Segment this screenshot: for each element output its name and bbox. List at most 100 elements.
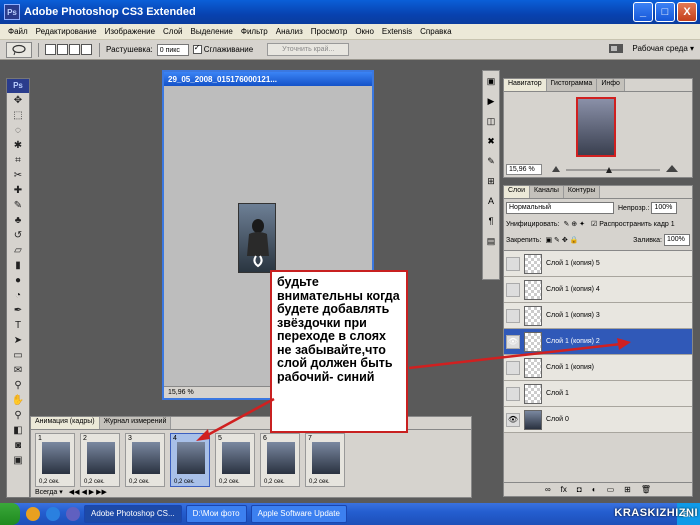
menu-layer[interactable]: Слой	[163, 27, 182, 36]
eyedropper-tool-icon[interactable]: ⚲	[7, 378, 29, 393]
maximize-button[interactable]: □	[655, 2, 675, 22]
magic-wand-tool-icon[interactable]: ✱	[7, 138, 29, 153]
tab-channels[interactable]: Каналы	[530, 186, 564, 198]
eye-hidden-icon[interactable]	[506, 256, 520, 271]
tab-measurement-log[interactable]: Журнал измерений	[99, 417, 172, 429]
start-button[interactable]	[0, 503, 20, 525]
intersect-selection-icon[interactable]	[81, 44, 92, 55]
new-layer-icon[interactable]: ⊞	[624, 485, 631, 494]
frame-delay[interactable]: 0,2 сек.	[84, 479, 105, 485]
lock-icons[interactable]: ▣ ✎ ✥ 🔒	[545, 236, 578, 244]
layer-row[interactable]: Слой 1	[504, 381, 692, 407]
history-brush-icon[interactable]: ↺	[7, 228, 29, 243]
lasso-tool-icon[interactable]: ◌	[7, 123, 29, 138]
hand-tool-icon[interactable]: ✋	[7, 393, 29, 408]
workspace-switcher[interactable]: Рабочая среда ▾	[608, 42, 694, 54]
animation-frame[interactable]: 7 0,2 сек.	[305, 433, 345, 487]
frame-delay[interactable]: 0,2 сек.	[219, 479, 240, 485]
lasso-preset-icon[interactable]	[6, 41, 32, 58]
subtract-selection-icon[interactable]	[69, 44, 80, 55]
add-selection-icon[interactable]	[57, 44, 68, 55]
marquee-tool-icon[interactable]: ⬚	[7, 108, 29, 123]
task-photoshop[interactable]: Adobe Photoshop CS...	[84, 505, 182, 523]
new-group-icon[interactable]: ▭	[607, 485, 615, 494]
browser-icon[interactable]	[26, 507, 40, 521]
task-my-photos[interactable]: D:\Мои фото	[185, 505, 247, 523]
refine-edge-button[interactable]: Уточнить край...	[267, 43, 350, 56]
frame-delay[interactable]: 0,2 сек.	[264, 479, 285, 485]
menu-view[interactable]: Просмотр	[311, 27, 348, 36]
loop-select[interactable]: Всегда ▾	[35, 488, 63, 496]
minimize-button[interactable]: _	[633, 2, 653, 22]
menu-image[interactable]: Изображение	[105, 27, 155, 36]
delete-layer-icon[interactable]: 🗑	[641, 485, 651, 494]
menu-help[interactable]: Справка	[420, 27, 451, 36]
propagate-checkbox-icon[interactable]: ☑	[591, 220, 597, 228]
menu-extensis[interactable]: Extensis	[382, 27, 412, 36]
playback-controls[interactable]: ◀◀ ◀ ▶ ▶▶	[69, 488, 107, 496]
animation-frame[interactable]: 1 0,2 сек.	[35, 433, 75, 487]
brush-tool-icon[interactable]: ✎	[7, 198, 29, 213]
eye-icon[interactable]: 👁	[506, 412, 520, 427]
tab-histogram[interactable]: Гистограмма	[546, 79, 598, 91]
tab-paths[interactable]: Контуры	[563, 186, 601, 198]
navigator-zoom-slider[interactable]	[550, 164, 680, 174]
gradient-tool-icon[interactable]: ▮	[7, 258, 29, 273]
adjustment-layer-icon[interactable]: ◐	[592, 485, 597, 494]
slice-tool-icon[interactable]: ✂	[7, 168, 29, 183]
dock-notes-icon[interactable]: ▤	[483, 231, 499, 251]
close-button[interactable]: X	[677, 2, 697, 22]
blend-mode-select[interactable]: Нормальный	[506, 202, 614, 214]
quicklaunch-icon[interactable]	[66, 507, 80, 521]
shape-tool-icon[interactable]: ▭	[7, 348, 29, 363]
menu-select[interactable]: Выделение	[190, 27, 232, 36]
stamp-tool-icon[interactable]: ♣	[7, 213, 29, 228]
menu-window[interactable]: Окно	[355, 27, 374, 36]
layer-row[interactable]: 👁 Слой 0	[504, 407, 692, 433]
dock-history-icon[interactable]: ◫	[483, 111, 499, 131]
ie-icon[interactable]	[46, 507, 60, 521]
link-layers-icon[interactable]: ∞	[545, 485, 551, 494]
quick-mask-icon[interactable]: ◙	[7, 438, 29, 453]
tab-navigator[interactable]: Навигатор	[504, 79, 547, 91]
menu-filter[interactable]: Фильтр	[241, 27, 268, 36]
healing-tool-icon[interactable]: ✚	[7, 183, 29, 198]
blur-tool-icon[interactable]: ●	[7, 273, 29, 288]
eye-hidden-icon[interactable]	[506, 282, 520, 297]
tab-animation[interactable]: Анимация (кадры)	[31, 417, 100, 429]
dock-paragraph-icon[interactable]: ¶	[483, 211, 499, 231]
dock-clone-source-icon[interactable]: ⊞	[483, 171, 499, 191]
navigator-zoom-input[interactable]: 15,96 %	[506, 164, 542, 175]
animation-frame[interactable]: 3 0,2 сек.	[125, 433, 165, 487]
layer-row[interactable]: Слой 1 (копия) 3	[504, 303, 692, 329]
animation-frame[interactable]: 2 0,2 сек.	[80, 433, 120, 487]
new-selection-icon[interactable]	[45, 44, 56, 55]
opacity-input[interactable]: 100%	[651, 202, 678, 214]
document-title-bar[interactable]: 29_05_2008_015176000121...	[164, 72, 372, 86]
dock-tool-presets-icon[interactable]: ✖	[483, 131, 499, 151]
screen-mode-icon[interactable]: ▣	[7, 453, 29, 468]
dock-character-icon[interactable]: A	[483, 191, 499, 211]
dock-actions-icon[interactable]: ▶	[483, 91, 499, 111]
layer-row[interactable]: Слой 1 (копия) 4	[504, 277, 692, 303]
move-tool-icon[interactable]: ✥	[7, 93, 29, 108]
menu-edit[interactable]: Редактирование	[36, 27, 97, 36]
layer-row[interactable]: Слой 1 (копия) 5	[504, 251, 692, 277]
tab-info[interactable]: Инфо	[597, 79, 625, 91]
path-select-tool-icon[interactable]: ➤	[7, 333, 29, 348]
eraser-tool-icon[interactable]: ▱	[7, 243, 29, 258]
frame-delay[interactable]: 0,2 сек.	[309, 479, 330, 485]
tab-layers[interactable]: Слои	[504, 186, 531, 198]
unify-icons[interactable]: ✎ ⊕ ✦	[563, 220, 585, 228]
dock-brushes-icon[interactable]: ✎	[483, 151, 499, 171]
color-swatches-icon[interactable]: ◧	[7, 423, 29, 438]
crop-tool-icon[interactable]: ⌗	[7, 153, 29, 168]
layer-mask-icon[interactable]: ◘	[577, 485, 582, 494]
zoom-tool-icon[interactable]: ⚲	[7, 408, 29, 423]
type-tool-icon[interactable]: T	[7, 318, 29, 333]
layer-style-icon[interactable]: fx	[561, 485, 567, 494]
eye-hidden-icon[interactable]	[506, 308, 520, 323]
antialias-checkbox[interactable]	[192, 43, 202, 54]
feather-input[interactable]: 0 пикс	[156, 43, 189, 56]
eye-hidden-icon[interactable]	[506, 386, 520, 401]
